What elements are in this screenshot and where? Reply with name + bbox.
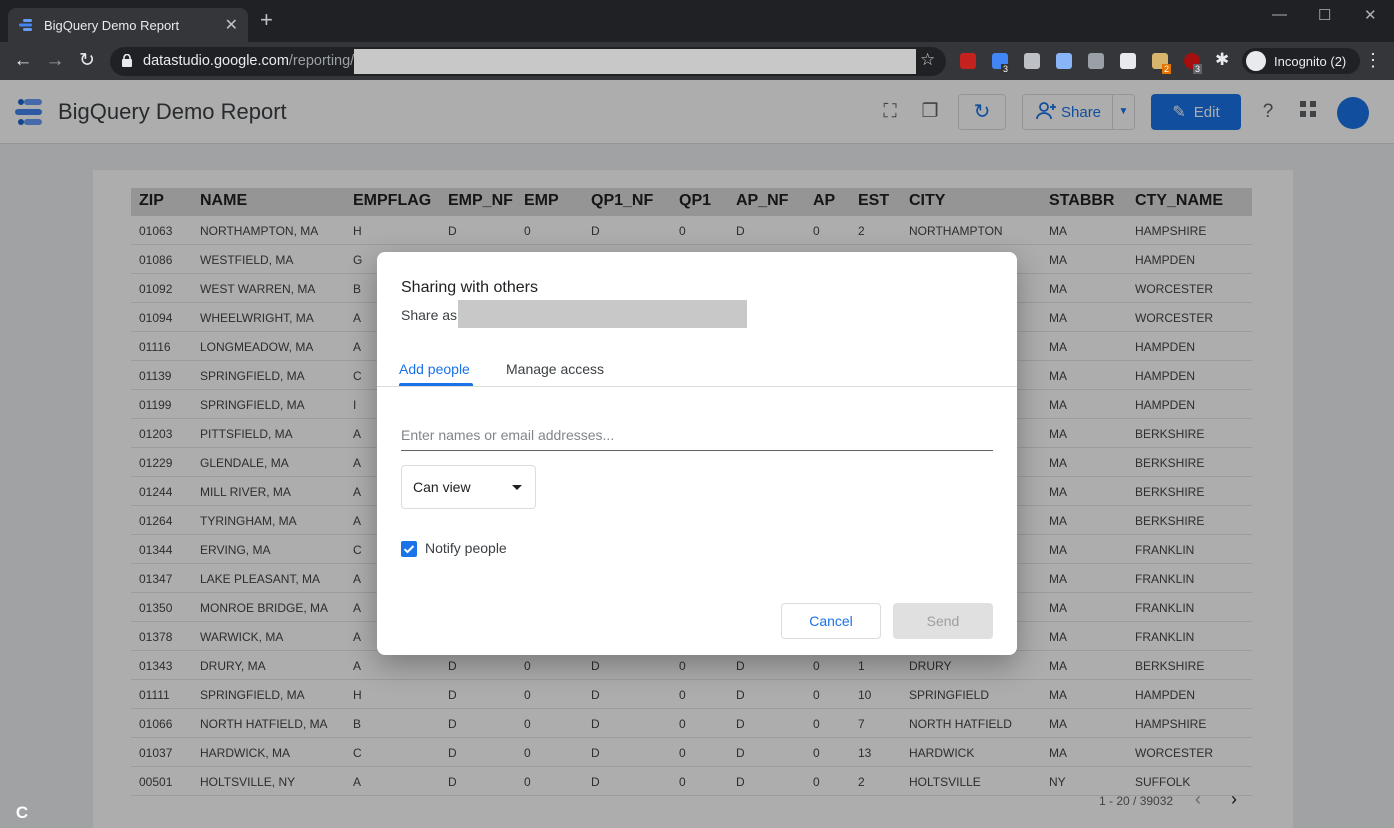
extension-badge: 2: [1162, 64, 1172, 74]
url-domain: datastudio.google.com: [143, 53, 289, 69]
send-button[interactable]: Send: [893, 603, 993, 639]
extension-icon[interactable]: [1024, 53, 1040, 69]
incognito-icon: [1246, 51, 1266, 71]
permission-value: Can view: [413, 479, 471, 495]
address-bar[interactable]: datastudio.google.com/reporting/ ☆: [110, 47, 946, 76]
share-as-redaction: [458, 300, 747, 328]
back-icon[interactable]: ←: [10, 48, 36, 74]
notify-checkbox[interactable]: [401, 541, 417, 557]
active-tab-indicator: [399, 383, 473, 386]
tab-add-people[interactable]: Add people: [399, 361, 470, 377]
dropdown-arrow-icon: [512, 485, 522, 490]
checkmark-icon: [403, 545, 415, 554]
url-path: /reporting/: [288, 53, 355, 69]
browser-tab[interactable]: BigQuery Demo Report ✕: [8, 8, 248, 42]
url-text: datastudio.google.com/reporting/: [143, 53, 354, 69]
maximize-icon[interactable]: ☐: [1318, 6, 1331, 24]
cancel-button[interactable]: Cancel: [781, 603, 881, 639]
tab-title: BigQuery Demo Report: [44, 17, 180, 33]
extension-icon[interactable]: [960, 53, 976, 69]
window-close-icon[interactable]: ✕: [1364, 6, 1377, 24]
browser-tab-strip: BigQuery Demo Report ✕ + — ☐ ✕: [0, 0, 1394, 42]
new-tab-button[interactable]: +: [260, 9, 273, 31]
url-redaction: [354, 49, 916, 74]
incognito-indicator[interactable]: Incognito (2): [1242, 48, 1361, 74]
extension-icon[interactable]: [1056, 53, 1072, 69]
incognito-label: Incognito (2): [1274, 53, 1347, 69]
browser-menu-icon[interactable]: ⋮: [1364, 50, 1382, 71]
minimize-icon[interactable]: —: [1272, 6, 1287, 23]
permission-select[interactable]: Can view: [401, 465, 536, 509]
browser-toolbar: ← → ↻ datastudio.google.com/reporting/ ☆…: [0, 42, 1394, 80]
forward-icon[interactable]: →: [42, 48, 68, 74]
datastudio-favicon-icon: [18, 17, 34, 33]
reload-icon[interactable]: ↻: [74, 48, 100, 74]
corner-badge: C: [15, 803, 29, 822]
close-tab-icon[interactable]: ✕: [225, 15, 238, 35]
lock-icon: [122, 54, 132, 67]
tab-manage-access[interactable]: Manage access: [506, 361, 604, 377]
extension-badge: 3: [1193, 64, 1203, 74]
notify-label: Notify people: [425, 540, 507, 556]
share-dialog: Sharing with others Share as Add people …: [377, 252, 1017, 655]
email-input[interactable]: [401, 420, 993, 451]
extension-icon[interactable]: [1120, 53, 1136, 69]
extensions-puzzle-icon[interactable]: ✱: [1215, 50, 1229, 70]
extension-badge: 3: [1001, 64, 1011, 74]
bookmark-star-icon[interactable]: ☆: [920, 50, 935, 70]
dialog-title: Sharing with others: [401, 279, 538, 296]
share-as-label: Share as: [401, 307, 458, 323]
extension-icon[interactable]: [1088, 53, 1104, 69]
dialog-tabs: Add people Manage access: [377, 348, 1017, 387]
